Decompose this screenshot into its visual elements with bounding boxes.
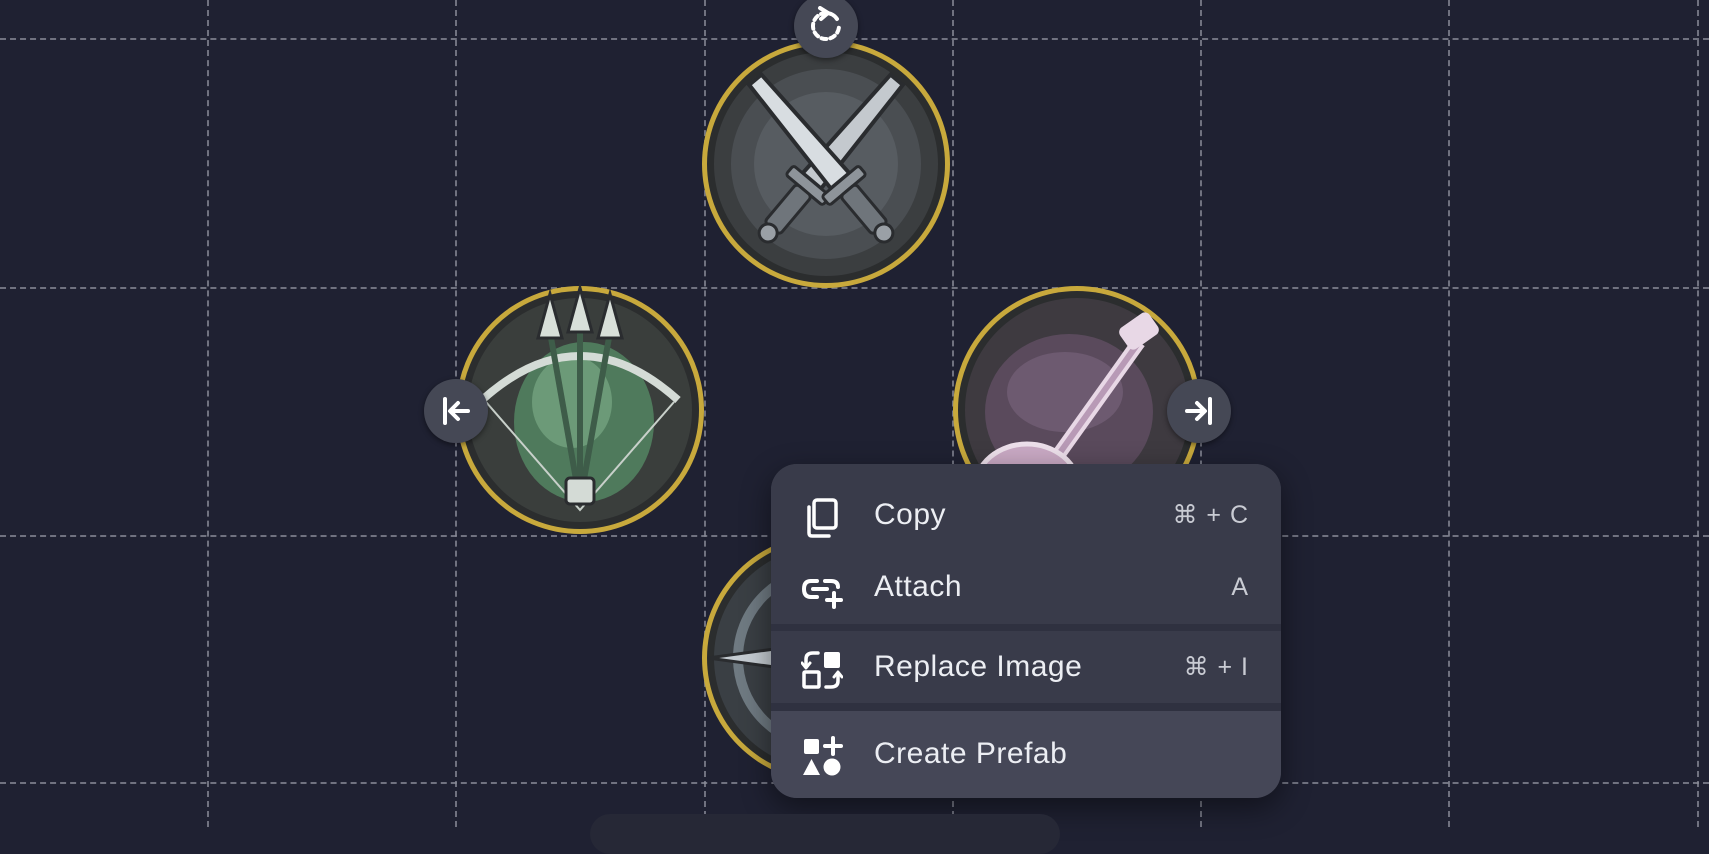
token-crossed-daggers[interactable] <box>698 36 954 292</box>
grid-line-vertical <box>1448 0 1450 827</box>
move-right-handle[interactable] <box>1167 379 1231 443</box>
menu-item-create-prefab[interactable]: Create Prefab <box>771 718 1281 790</box>
rotate-icon <box>811 6 841 41</box>
menu-item-shortcut: ⌘ + C <box>1172 501 1249 529</box>
grid-line-vertical <box>1697 0 1699 827</box>
menu-item-label: Attach <box>874 570 963 603</box>
menu-item-label: Create Prefab <box>874 737 1068 770</box>
attach-link-icon <box>801 579 843 609</box>
crossbow-icon <box>456 282 704 534</box>
context-menu: Copy ⌘ + C Attach A Replace Image ⌘ + I … <box>771 464 1281 798</box>
move-left-handle[interactable] <box>424 379 488 443</box>
grid-line-vertical <box>207 0 209 827</box>
bottom-toolbar[interactable] <box>590 814 1060 854</box>
menu-item-shortcut: A <box>1231 573 1249 601</box>
map-canvas[interactable]: Copy ⌘ + C Attach A Replace Image ⌘ + I … <box>0 0 1709 854</box>
menu-item-attach[interactable]: Attach A <box>771 551 1281 623</box>
shapes-plus-icon <box>803 736 843 776</box>
token-crossbow[interactable] <box>452 282 708 538</box>
menu-item-replace-image[interactable]: Replace Image ⌘ + I <box>771 631 1281 703</box>
copy-icon <box>807 498 838 538</box>
menu-item-copy[interactable]: Copy ⌘ + C <box>771 479 1281 551</box>
menu-item-shortcut: ⌘ + I <box>1183 653 1249 681</box>
replace-image-icon <box>801 651 843 689</box>
move-right-bar-icon <box>1185 397 1212 425</box>
crossed-daggers-icon <box>702 40 950 288</box>
move-left-bar-icon <box>443 397 470 425</box>
menu-item-label: Replace Image <box>874 650 1083 683</box>
menu-divider <box>771 703 1281 711</box>
menu-item-label: Copy <box>874 498 947 531</box>
